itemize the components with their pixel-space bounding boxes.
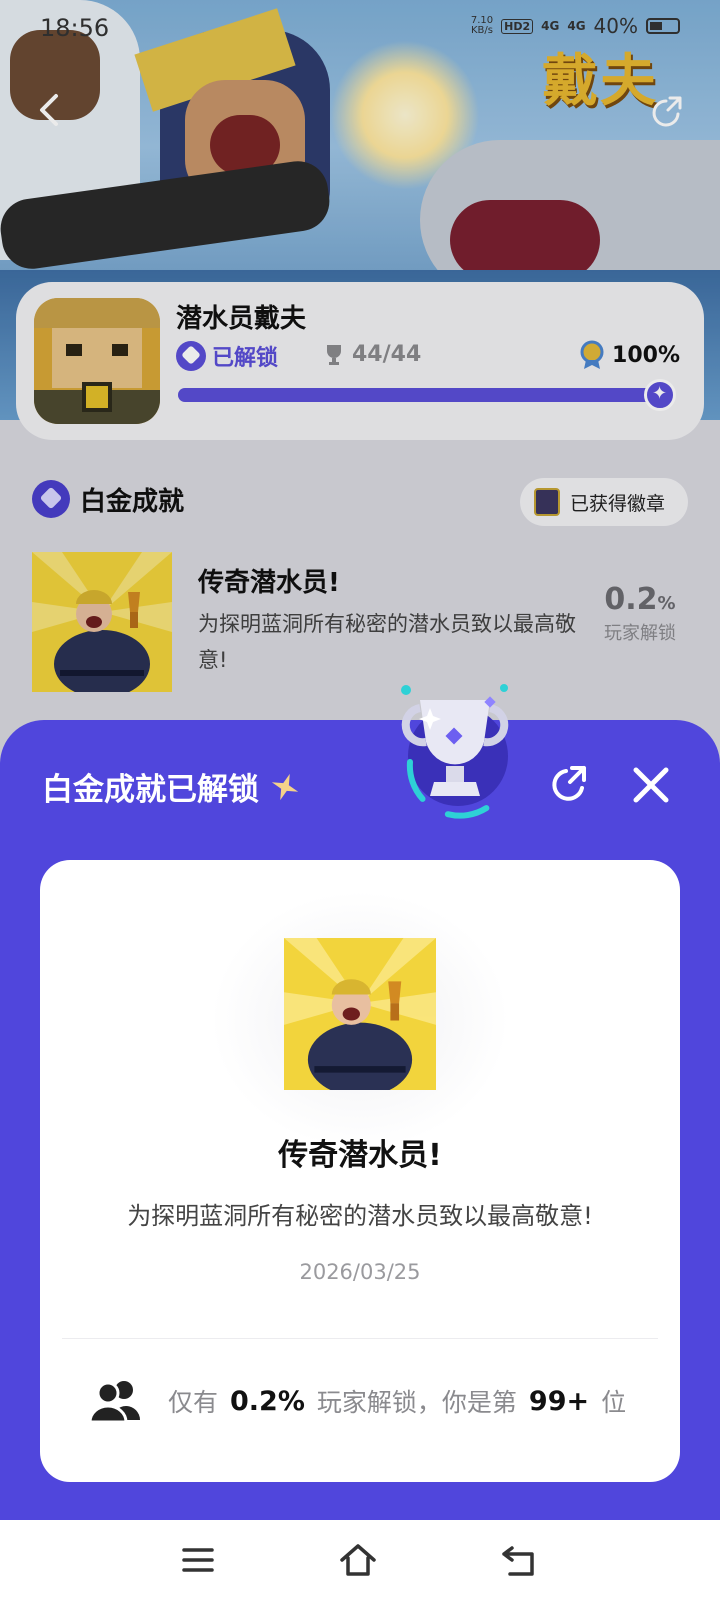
card-achievement-description: 为探明蓝洞所有秘密的潜水员致以最高敬意! xyxy=(127,1202,593,1230)
stat-prefix: 仅有 xyxy=(168,1388,219,1417)
close-icon xyxy=(633,767,669,803)
rarity-stat: 仅有 0.2% 玩家解锁，你是第 99+ 位 xyxy=(88,1374,648,1428)
platinum-unlocked-sheet: 白金成就已解锁 传奇潜水员! 为探明蓝洞所有秘密的潜水员致以最高敬意! 2026… xyxy=(0,684,720,1520)
divider xyxy=(62,1338,658,1339)
close-button[interactable] xyxy=(630,764,672,806)
home-icon[interactable] xyxy=(338,1540,378,1580)
menu-icon[interactable] xyxy=(178,1540,218,1580)
sparkle-icon xyxy=(271,773,299,800)
trophy-icon xyxy=(401,684,509,819)
stat-rate: 0.2% xyxy=(230,1385,305,1417)
card-achievement-title: 传奇潜水员! xyxy=(278,1138,442,1173)
system-navigation-bar xyxy=(0,1520,720,1605)
share-icon xyxy=(552,766,586,801)
stat-suffix: 位 xyxy=(601,1388,627,1417)
stat-rank: 99+ xyxy=(528,1385,590,1417)
achievement-image-large xyxy=(284,938,436,1090)
back-icon[interactable] xyxy=(500,1540,540,1580)
share-button[interactable] xyxy=(546,762,592,808)
people-icon xyxy=(88,1381,140,1424)
card-unlock-date: 2026/03/25 xyxy=(299,1260,421,1284)
achievement-detail-card: 传奇潜水员! 为探明蓝洞所有秘密的潜水员致以最高敬意! 2026/03/25 仅… xyxy=(40,860,680,1482)
stat-middle: 玩家解锁，你是第 xyxy=(316,1388,517,1417)
sheet-title: 白金成就已解锁 xyxy=(42,764,301,809)
